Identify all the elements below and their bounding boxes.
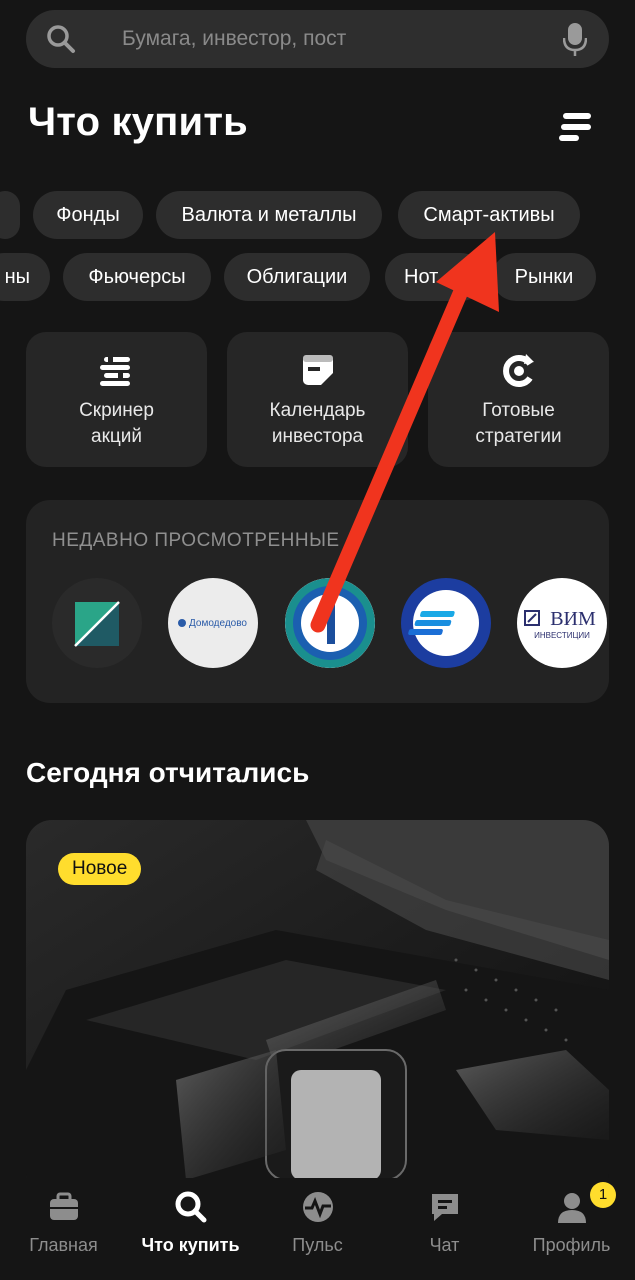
- nav-pulse[interactable]: Пульс: [254, 1178, 381, 1280]
- search-input[interactable]: Бумага, инвестор, пост: [122, 10, 346, 68]
- recent-logo-4[interactable]: [401, 578, 491, 668]
- domodedovo-logo: Домодедово: [178, 618, 247, 629]
- company-logo-blue: [408, 590, 479, 656]
- tile-label-line1: Готовые: [482, 400, 555, 421]
- tile-label-line1: Скринер: [79, 400, 154, 421]
- recent-logo-1[interactable]: [52, 578, 142, 668]
- nav-what-to-buy[interactable]: Что купить: [127, 1178, 254, 1280]
- promo-card[interactable]: Новое: [26, 820, 609, 1200]
- recent-logo-domodedovo[interactable]: Домодедово: [168, 578, 258, 668]
- chip-currency-metals[interactable]: Валюта и металлы: [156, 191, 382, 239]
- tile-label-line2: инвестора: [271, 426, 364, 447]
- recently-viewed-title: НЕДАВНО ПРОСМОТРЕННЫЕ: [52, 530, 340, 551]
- nav-chat[interactable]: Чат: [381, 1178, 508, 1280]
- search-icon: [175, 1191, 207, 1223]
- recently-viewed-panel: НЕДАВНО ПРОСМОТРЕННЫЕ Домодедово ВИМ ИНВ…: [26, 500, 609, 703]
- tile-label: Готовые стратегии: [428, 398, 609, 450]
- otkritie-logo: [285, 578, 375, 668]
- vim-logo-text: ВИМ: [550, 608, 596, 630]
- nav-label: Профиль: [532, 1235, 611, 1255]
- tile-ready-strategies[interactable]: Готовые стратегии: [428, 332, 609, 467]
- recent-logo-vim[interactable]: ВИМ ИНВЕСТИЦИИ: [517, 578, 607, 668]
- chip-notes[interactable]: Нот: [385, 253, 485, 301]
- chip-partial[interactable]: [0, 191, 20, 239]
- chat-icon: [432, 1194, 458, 1221]
- page-title: Что купить: [28, 100, 248, 144]
- nav-label: Что купить: [141, 1235, 240, 1255]
- chip-partial-left[interactable]: ны: [0, 253, 50, 301]
- strategy-refresh-icon: [503, 354, 534, 387]
- calendar-icon: [303, 355, 333, 385]
- tile-label-line1: Календарь: [269, 400, 366, 421]
- domodedovo-logo-text: Домодедово: [189, 618, 247, 629]
- bottom-navigation: Главная Что купить Пульс Чат 1 Профиль: [0, 1178, 635, 1280]
- tile-label: Календарь инвестора: [227, 398, 408, 450]
- chip-smart-assets[interactable]: Смарт-активы: [398, 191, 580, 239]
- vim-investments-logo: ВИМ ИНВЕСТИЦИИ: [524, 608, 596, 640]
- screener-icon: [100, 356, 130, 386]
- tile-label: Скринер акций: [26, 398, 207, 450]
- nav-label: Чат: [429, 1235, 460, 1255]
- nav-home[interactable]: Главная: [0, 1178, 127, 1280]
- chip-bonds[interactable]: Облигации: [224, 253, 370, 301]
- pulse-icon: [303, 1192, 333, 1222]
- search-icon: [47, 25, 75, 53]
- company-logo-teal: [74, 601, 120, 647]
- nav-label: Пульс: [292, 1235, 343, 1255]
- chip-futures[interactable]: Фьючерсы: [63, 253, 211, 301]
- chip-funds[interactable]: Фонды: [33, 191, 143, 239]
- tile-label-line2: акций: [91, 426, 142, 447]
- new-badge: Новое: [58, 853, 142, 885]
- briefcase-icon: [50, 1192, 78, 1220]
- microphone-icon[interactable]: [563, 23, 587, 57]
- vim-logo-subtext: ИНВЕСТИЦИИ: [534, 631, 590, 640]
- nav-label: Главная: [29, 1235, 98, 1255]
- section-title: Сегодня отчитались: [26, 757, 310, 788]
- filter-icon[interactable]: [559, 112, 593, 142]
- chip-markets[interactable]: Рынки: [492, 253, 596, 301]
- recent-logo-otkritie[interactable]: [285, 578, 375, 668]
- notification-badge: 1: [590, 1182, 616, 1208]
- tile-label-line2: стратегии: [475, 426, 562, 447]
- profile-icon: [558, 1193, 586, 1223]
- tile-investor-calendar[interactable]: Календарь инвестора: [227, 332, 408, 467]
- tile-stock-screener[interactable]: Скринер акций: [26, 332, 207, 467]
- nav-profile[interactable]: 1 Профиль: [508, 1178, 635, 1280]
- search-bar[interactable]: Бумага, инвестор, пост: [26, 10, 609, 68]
